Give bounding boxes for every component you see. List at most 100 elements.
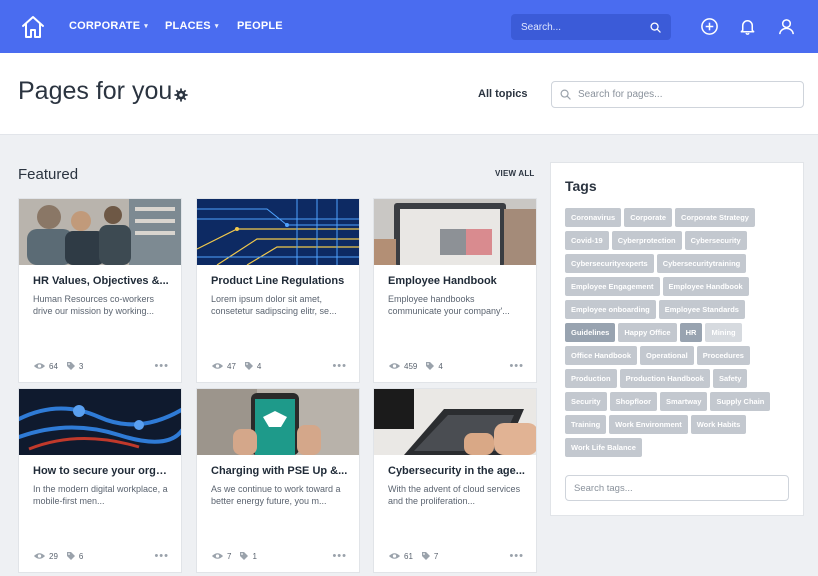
tag-chip[interactable]: Office Handbook xyxy=(565,346,638,365)
nav-people-label: PEOPLE xyxy=(237,20,283,32)
views-count: 459 xyxy=(404,361,418,371)
card-description: Lorem ipsum dolor sit amet, consetetur s… xyxy=(211,294,337,316)
all-topics-link[interactable]: All topics xyxy=(478,88,528,100)
more-options-icon[interactable]: ••• xyxy=(154,360,169,372)
page-search-placeholder: Search for pages... xyxy=(578,89,663,100)
tag-chip[interactable]: Cybersecuritytraining xyxy=(656,254,747,273)
tag-chip[interactable]: Mining xyxy=(705,323,742,342)
featured-card[interactable]: Cybersecurity in the age... With the adv… xyxy=(373,388,537,573)
tag-icon xyxy=(66,552,75,560)
tag-chip[interactable]: Guidelines xyxy=(565,323,616,342)
search-icon xyxy=(650,21,661,33)
card-thumbnail xyxy=(374,389,536,455)
tag-chip[interactable]: Work Life Balance xyxy=(565,438,642,457)
tag-chip[interactable]: Procedures xyxy=(696,346,750,365)
tag-chip[interactable]: Employee onboarding xyxy=(565,300,656,319)
eye-icon xyxy=(33,363,46,369)
tags-stat: 4 xyxy=(244,361,261,371)
tags-count: 4 xyxy=(438,361,443,371)
card-description: Human Resources co-workers drive our mis… xyxy=(33,294,155,316)
nav-corporate-label: CORPORATE xyxy=(69,20,141,32)
tag-chip[interactable]: Operational xyxy=(640,346,694,365)
tags-stat: 6 xyxy=(66,551,83,561)
tags-count: 7 xyxy=(433,551,439,561)
tag-icon xyxy=(244,362,253,370)
views-stat: 47 xyxy=(211,362,236,371)
tag-chip[interactable]: Employee Standards xyxy=(658,300,745,319)
top-navbar: CORPORATE ▾ PLACES ▾ PEOPLE Search... xyxy=(0,0,818,53)
tag-chip[interactable]: Smartway xyxy=(660,392,708,411)
more-options-icon[interactable]: ••• xyxy=(154,550,169,562)
views-count: 7 xyxy=(227,551,232,561)
card-footer: 459 4 ••• xyxy=(388,360,524,372)
tag-chip[interactable]: Coronavirus xyxy=(565,208,622,227)
more-options-icon[interactable]: ••• xyxy=(509,550,524,562)
card-footer: 29 6 ••• xyxy=(33,550,169,562)
tag-chip[interactable]: Corporate xyxy=(624,208,673,227)
tag-icon xyxy=(240,552,249,560)
tag-icon xyxy=(426,362,435,370)
eye-icon xyxy=(211,553,224,559)
nav-search-input[interactable]: Search... xyxy=(511,14,671,40)
tag-chip[interactable]: Cyberprotection xyxy=(611,231,682,250)
home-icon[interactable] xyxy=(20,14,46,40)
tag-chip[interactable]: Employee Engagement xyxy=(565,277,660,296)
card-description: With the advent of cloud services and th… xyxy=(388,484,521,506)
user-icon[interactable] xyxy=(777,17,796,36)
tag-icon xyxy=(66,362,75,370)
tag-chip[interactable]: Production Handbook xyxy=(619,369,710,388)
tag-chip[interactable]: Happy Office xyxy=(618,323,677,342)
views-stat: 7 xyxy=(211,552,231,561)
nav-places[interactable]: PLACES ▾ xyxy=(165,20,219,32)
tag-chip[interactable]: Production xyxy=(565,369,617,388)
nav-corporate[interactable]: CORPORATE ▾ xyxy=(69,20,148,32)
card-footer: 7 1 ••• xyxy=(211,550,347,562)
featured-card[interactable]: Charging with PSE Up &... As we continue… xyxy=(196,388,360,573)
featured-card[interactable]: How to secure your orga... In the modern… xyxy=(18,388,182,573)
tag-chip[interactable]: Work Environment xyxy=(609,415,688,434)
views-stat: 29 xyxy=(33,552,58,561)
featured-card[interactable]: Employee Handbook Employee handbooks com… xyxy=(373,198,537,383)
tag-icon xyxy=(421,552,430,560)
tag-chip[interactable]: Cybersecurity xyxy=(684,231,747,250)
gear-icon[interactable] xyxy=(174,88,188,102)
more-options-icon[interactable]: ••• xyxy=(332,360,347,372)
tag-chip[interactable]: Work Habits xyxy=(690,415,747,434)
tag-chip[interactable]: Security xyxy=(565,392,607,411)
eye-icon xyxy=(388,553,401,559)
bell-icon[interactable] xyxy=(738,17,757,36)
card-description: As we continue to work toward a better e… xyxy=(211,484,341,506)
tag-chip[interactable]: Shopfloor xyxy=(609,392,658,411)
page-search-input[interactable]: Search for pages... xyxy=(551,81,804,108)
tags-count: 4 xyxy=(256,361,262,371)
card-thumbnail xyxy=(374,199,536,265)
card-title: HR Values, Objectives &... xyxy=(33,275,169,287)
tag-chip[interactable]: Corporate Strategy xyxy=(675,208,755,227)
featured-card[interactable]: HR Values, Objectives &... Human Resourc… xyxy=(18,198,182,383)
tag-chip[interactable]: Employee Handbook xyxy=(662,277,749,296)
views-count: 61 xyxy=(404,551,413,561)
nav-people[interactable]: PEOPLE xyxy=(237,20,283,32)
featured-card[interactable]: Product Line Regulations Lorem ipsum dol… xyxy=(196,198,360,383)
tags-count: 3 xyxy=(78,361,84,371)
tag-chip[interactable]: Supply Chain xyxy=(710,392,771,411)
tag-chip[interactable]: Safety xyxy=(712,369,748,388)
tag-chip[interactable]: Training xyxy=(565,415,607,434)
card-title: Employee Handbook xyxy=(388,275,497,287)
tags-search-input[interactable]: Search tags... xyxy=(565,475,789,501)
tags-stat: 1 xyxy=(239,551,257,561)
more-options-icon[interactable]: ••• xyxy=(509,360,524,372)
views-count: 29 xyxy=(49,551,58,561)
tag-chip[interactable]: Covid-19 xyxy=(565,231,609,250)
tags-panel: Tags Coronavirus Corporate Corporate Str… xyxy=(550,162,804,516)
tags-search-placeholder: Search tags... xyxy=(574,482,633,494)
card-thumbnail xyxy=(19,389,181,455)
card-thumbnail xyxy=(197,199,359,265)
tag-chip[interactable]: Cybersecurityexperts xyxy=(565,254,654,273)
more-options-icon[interactable]: ••• xyxy=(332,550,347,562)
add-circle-icon[interactable] xyxy=(700,17,719,36)
tag-chip[interactable]: HR xyxy=(679,323,703,342)
card-title: Cybersecurity in the age... xyxy=(388,465,525,477)
page-title: Pages for you xyxy=(18,77,173,105)
view-all-link[interactable]: VIEW ALL xyxy=(495,169,535,178)
